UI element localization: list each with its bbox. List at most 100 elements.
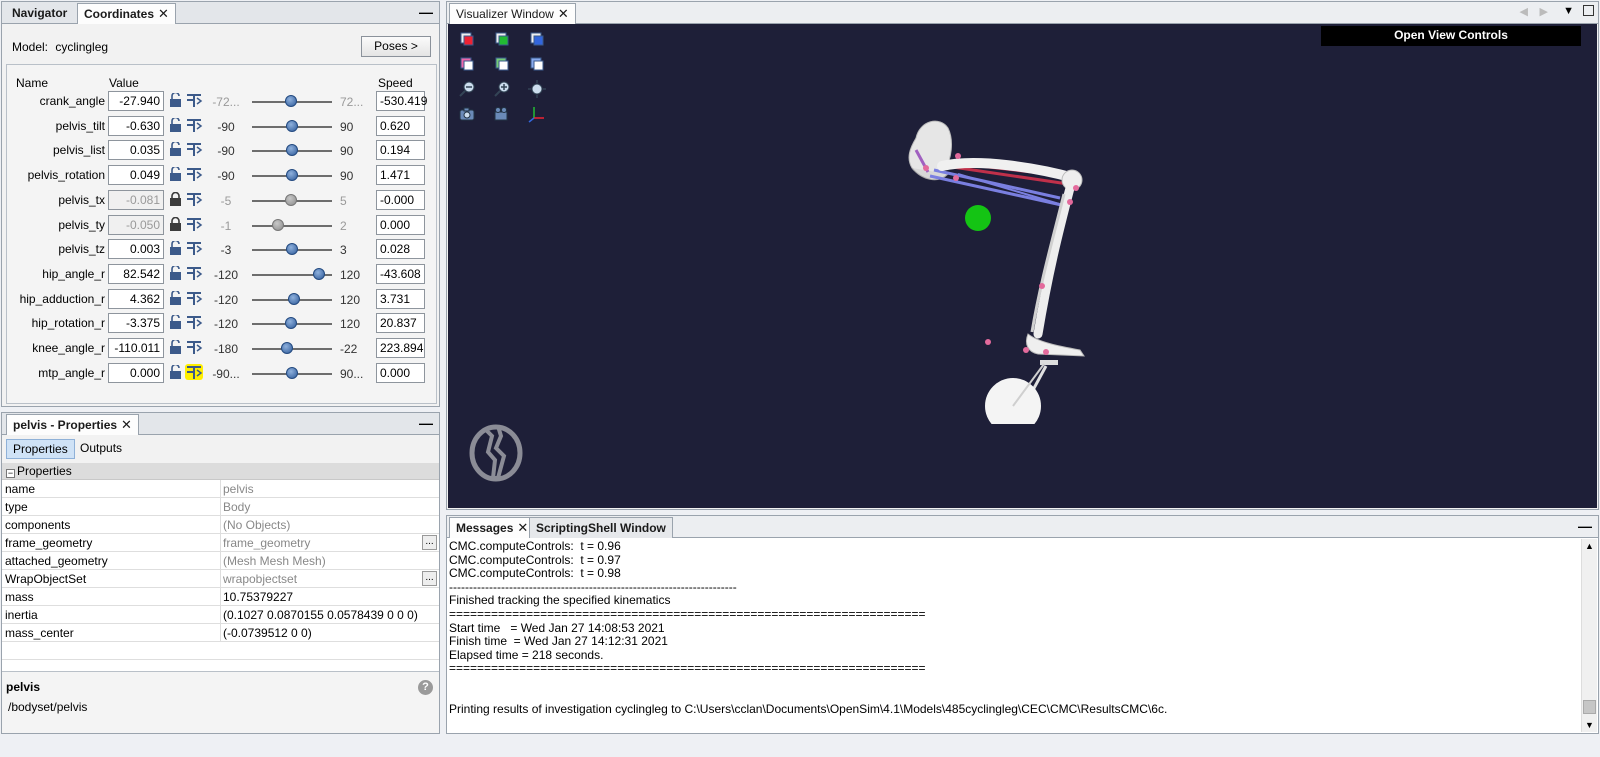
view-left-icon[interactable] bbox=[528, 55, 546, 73]
property-row[interactable]: attached_geometry (Mesh Mesh Mesh) bbox=[2, 552, 439, 570]
property-value[interactable]: 10.75379227 bbox=[223, 590, 293, 604]
coordinate-slider[interactable] bbox=[252, 119, 332, 132]
property-row[interactable]: name pelvis bbox=[2, 480, 439, 498]
coordinate-slider[interactable] bbox=[252, 342, 332, 354]
coordinate-slider[interactable] bbox=[252, 169, 332, 182]
coordinate-speed-field[interactable]: -530.419 bbox=[376, 91, 427, 111]
property-row[interactable]: mass_center (-0.0739512 0 0) bbox=[2, 624, 439, 642]
lock-open-icon[interactable] bbox=[169, 264, 182, 280]
coordinate-speed-field[interactable]: 20.837 bbox=[376, 313, 425, 334]
tab-coordinates[interactable]: Coordinates ✕ bbox=[77, 3, 176, 24]
coordinate-slider[interactable] bbox=[252, 243, 332, 256]
clamp-icon[interactable] bbox=[185, 117, 203, 133]
subtab-outputs[interactable]: Outputs bbox=[74, 439, 128, 459]
coordinate-slider[interactable] bbox=[252, 218, 332, 231]
coordinate-slider[interactable] bbox=[252, 193, 332, 206]
poses-button[interactable]: Poses > bbox=[361, 36, 431, 57]
maximize-icon[interactable] bbox=[1583, 5, 1594, 16]
collapse-icon[interactable]: − bbox=[6, 469, 15, 478]
zoom-out-icon[interactable] bbox=[458, 80, 476, 98]
coordinate-speed-field[interactable]: 0.620 bbox=[376, 115, 425, 136]
slider-knob[interactable] bbox=[286, 169, 298, 182]
record-movie-icon[interactable] bbox=[493, 105, 511, 123]
coordinate-value-field[interactable]: 0.035 bbox=[108, 140, 164, 161]
lock-closed-icon[interactable] bbox=[169, 191, 182, 206]
property-value[interactable]: (0.1027 0.0870155 0.0578439 0 0 0) bbox=[223, 608, 418, 622]
minimize-button[interactable]: — bbox=[419, 415, 433, 431]
coordinate-slider[interactable] bbox=[252, 95, 332, 107]
close-icon[interactable]: ✕ bbox=[558, 6, 569, 21]
close-icon[interactable]: ✕ bbox=[517, 520, 528, 535]
clamp-icon[interactable] bbox=[185, 265, 203, 281]
lock-open-icon[interactable] bbox=[169, 289, 182, 305]
slider-knob[interactable] bbox=[285, 193, 298, 206]
tab-visualizer-window[interactable]: Visualizer Window ✕ bbox=[449, 3, 576, 24]
property-row[interactable]: WrapObjectSet wrapobjectset... bbox=[2, 570, 439, 588]
help-icon[interactable]: ? bbox=[418, 680, 433, 695]
lock-closed-icon[interactable] bbox=[169, 216, 182, 231]
coordinate-slider[interactable] bbox=[252, 292, 332, 305]
lock-open-icon[interactable] bbox=[169, 363, 182, 379]
minimize-button[interactable]: — bbox=[1578, 518, 1592, 534]
coordinate-value-field[interactable]: 4.362 bbox=[108, 288, 164, 309]
property-row[interactable]: frame_geometry frame_geometry... bbox=[2, 534, 439, 552]
slider-knob[interactable] bbox=[286, 366, 298, 379]
slider-knob[interactable] bbox=[281, 342, 294, 354]
slider-knob[interactable] bbox=[286, 144, 298, 157]
minimize-button[interactable]: — bbox=[419, 4, 433, 20]
coordinate-speed-field[interactable]: 0.000 bbox=[376, 362, 425, 383]
slider-knob[interactable] bbox=[287, 292, 300, 305]
window-list-icon[interactable]: ▼ bbox=[1563, 5, 1574, 17]
property-row[interactable]: inertia (0.1027 0.0870155 0.0578439 0 0 0… bbox=[2, 606, 439, 624]
zoom-in-icon[interactable] bbox=[493, 80, 511, 98]
tab-pelvis-properties[interactable]: pelvis - Properties ✕ bbox=[6, 414, 139, 435]
coordinate-value-field[interactable]: 0.003 bbox=[108, 239, 164, 260]
clamp-icon[interactable] bbox=[185, 141, 203, 157]
coordinate-value-field[interactable]: -0.630 bbox=[108, 115, 164, 136]
coordinate-value-field[interactable]: -0.081 bbox=[108, 189, 164, 210]
view-bottom-icon[interactable] bbox=[493, 55, 511, 73]
tab-messages[interactable]: Messages ✕ bbox=[449, 517, 536, 538]
coordinate-value-field[interactable]: -3.375 bbox=[108, 313, 164, 334]
clamp-icon[interactable] bbox=[185, 363, 203, 380]
coordinate-speed-field[interactable]: -0.000 bbox=[376, 189, 425, 210]
lock-open-icon[interactable] bbox=[169, 116, 182, 132]
scroll-down-icon[interactable]: ▼ bbox=[1585, 720, 1594, 730]
coordinate-value-field[interactable]: -27.940 bbox=[108, 91, 164, 111]
property-value[interactable]: (-0.0739512 0 0) bbox=[223, 626, 312, 640]
clamp-icon[interactable] bbox=[185, 166, 203, 182]
lock-open-icon[interactable] bbox=[169, 239, 182, 256]
coordinate-speed-field[interactable]: 223.894 bbox=[376, 338, 425, 358]
view-front-icon[interactable] bbox=[458, 30, 476, 48]
coordinate-slider[interactable] bbox=[252, 366, 332, 379]
clamp-icon[interactable] bbox=[185, 240, 203, 256]
scrollbar-thumb[interactable] bbox=[1583, 700, 1596, 714]
slider-knob[interactable] bbox=[286, 119, 298, 132]
clamp-icon[interactable] bbox=[185, 191, 203, 207]
coordinate-slider[interactable] bbox=[252, 144, 332, 157]
clamp-icon[interactable] bbox=[185, 290, 203, 306]
3d-view[interactable]: Open View Controls bbox=[448, 24, 1597, 508]
coordinate-value-field[interactable]: 0.000 bbox=[108, 362, 164, 383]
view-back-icon[interactable] bbox=[458, 55, 476, 73]
lock-open-icon[interactable] bbox=[169, 314, 182, 330]
close-icon[interactable]: ✕ bbox=[158, 6, 169, 21]
camera-icon[interactable] bbox=[458, 105, 476, 123]
coordinate-speed-field[interactable]: 3.731 bbox=[376, 288, 425, 309]
tab-scriptingshell[interactable]: ScriptingShell Window bbox=[529, 517, 673, 538]
axes-icon[interactable] bbox=[528, 105, 546, 123]
slider-knob[interactable] bbox=[285, 317, 298, 330]
lock-open-icon[interactable] bbox=[169, 165, 182, 182]
slider-knob[interactable] bbox=[271, 218, 284, 231]
coordinate-value-field[interactable]: -0.050 bbox=[108, 214, 164, 235]
coordinate-value-field[interactable]: 0.049 bbox=[108, 165, 164, 186]
open-view-controls-button[interactable]: Open View Controls bbox=[1321, 26, 1581, 46]
coordinate-speed-field[interactable]: 1.471 bbox=[376, 165, 425, 186]
clamp-icon[interactable] bbox=[185, 314, 203, 330]
slider-knob[interactable] bbox=[313, 267, 326, 280]
coordinate-slider[interactable] bbox=[252, 267, 332, 280]
ellipsis-button[interactable]: ... bbox=[422, 571, 437, 586]
coordinate-speed-field[interactable]: 0.194 bbox=[376, 140, 425, 161]
lock-open-icon[interactable] bbox=[169, 141, 182, 157]
ellipsis-button[interactable]: ... bbox=[422, 535, 437, 550]
